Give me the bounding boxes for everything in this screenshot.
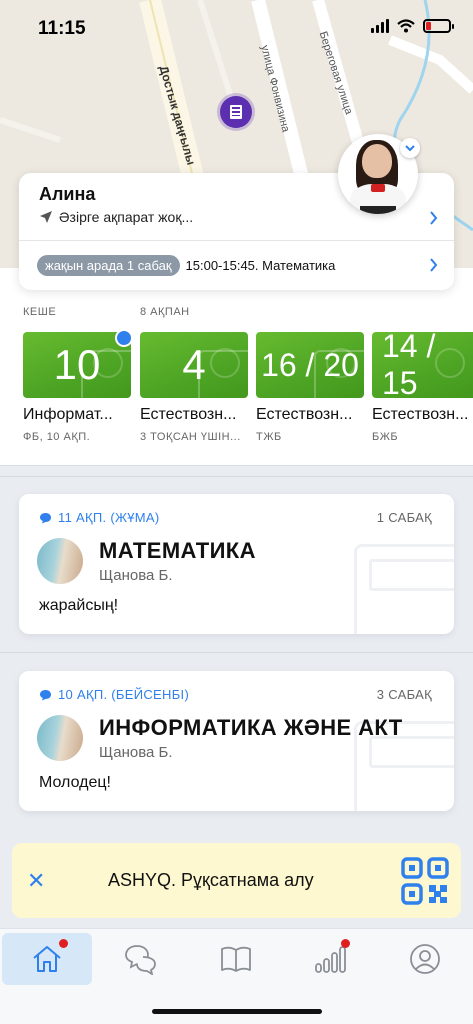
- child-name: Алина: [39, 184, 96, 204]
- teacher-avatar: [37, 538, 83, 584]
- location-row[interactable]: Әзірге ақпарат жоқ...: [39, 209, 193, 225]
- feed-message: Молодец!: [39, 774, 111, 791]
- stats-icon: [315, 946, 346, 973]
- calculator-watermark-icon: [354, 544, 454, 634]
- profile-icon: [410, 944, 440, 974]
- tab-stats[interactable]: [286, 933, 376, 985]
- book-icon: [221, 946, 251, 972]
- battery-icon: [423, 19, 454, 33]
- feed-date: 11 АҚП. (ЖҰМА): [39, 510, 160, 525]
- location-text: Әзірге ақпарат жоқ...: [59, 209, 194, 225]
- status-bar: 11:15: [0, 0, 473, 56]
- feed-card[interactable]: 11 АҚП. (ЖҰМА) 1 САБАҚ МАТЕМАТИКА Щанова…: [19, 494, 454, 634]
- upcoming-badge: жақын арада 1 сабақ: [37, 255, 180, 276]
- feed-card[interactable]: 10 АҚП. (БЕЙСЕНБІ) 3 САБАҚ ИНФОРМАТИКА Ж…: [19, 671, 454, 811]
- school-pin-icon[interactable]: [220, 96, 252, 128]
- ashyq-text: ASHYQ. Рұқсатнама алу: [108, 870, 314, 890]
- feed-divider: [0, 652, 473, 653]
- grade-subject: Естествозн...: [256, 406, 353, 423]
- feed-subject: ИНФОРМАТИКА ЖӘНЕ АКТ: [99, 715, 403, 740]
- ashyq-banner[interactable]: ✕ ASHYQ. Рұқсатнама алу: [12, 843, 461, 918]
- feed-divider: [0, 476, 473, 477]
- feed-subject: МАТЕМАТИКА: [99, 538, 256, 563]
- grade-subject: Естествозн...: [140, 406, 237, 423]
- feed-message: жарайсың!: [39, 597, 119, 614]
- grade-tile[interactable]: 4: [140, 332, 248, 398]
- grade-meta: ТЖБ: [256, 431, 282, 443]
- grade-meta: ФБ, 10 АҚП.: [23, 431, 91, 443]
- feed-teacher: Щанова Б.: [99, 567, 173, 584]
- status-time: 11:15: [38, 18, 86, 39]
- location-chevron-icon[interactable]: [429, 211, 438, 225]
- comment-icon: [40, 512, 51, 523]
- home-icon: [33, 946, 61, 972]
- recent-grades: КЕШЕ 8 АҚПАН 10 Информат... ФБ, 10 АҚП. …: [0, 268, 473, 466]
- grade-tile[interactable]: 10: [23, 332, 131, 398]
- grade-tile[interactable]: 16 / 20: [256, 332, 364, 398]
- location-arrow-icon: [40, 211, 52, 223]
- tab-diary[interactable]: [191, 933, 281, 985]
- chat-icon: [125, 945, 156, 975]
- upcoming-lesson-text: 15:00-15:45. Математика: [185, 258, 336, 273]
- feed-date: 10 АҚП. (БЕЙСЕНБІ): [39, 687, 189, 702]
- grades-header-date: 8 АҚПАН: [140, 306, 190, 318]
- home-indicator: [152, 1009, 322, 1014]
- lesson-chevron-icon[interactable]: [429, 258, 438, 272]
- close-icon[interactable]: ✕: [27, 868, 45, 894]
- teacher-avatar: [37, 715, 83, 761]
- grades-header-yesterday: КЕШЕ: [23, 306, 57, 318]
- grade-subject: Естествозн...: [372, 406, 469, 423]
- stats-badge-dot: [341, 939, 350, 948]
- switch-child-chevron-icon[interactable]: [400, 138, 420, 158]
- card-divider: [19, 240, 454, 241]
- tab-profile[interactable]: [380, 933, 470, 985]
- comment-icon: [40, 689, 51, 700]
- signal-icon: [371, 19, 389, 33]
- tab-home[interactable]: [2, 933, 92, 985]
- grade-meta: БЖБ: [372, 431, 399, 443]
- grade-meta: 3 ТОҚСАН ҮШІН...: [140, 431, 241, 443]
- feed-teacher: Щанова Б.: [99, 744, 173, 761]
- grade-tile[interactable]: 14 / 15: [372, 332, 473, 398]
- upcoming-lesson-row[interactable]: жақын арада 1 сабақ 15:00-15:45. Математ…: [37, 255, 335, 276]
- wifi-icon: [397, 19, 415, 33]
- qr-code-icon[interactable]: [401, 857, 449, 905]
- feed-lesson-number: 1 САБАҚ: [376, 510, 432, 525]
- tab-chat[interactable]: [96, 933, 186, 985]
- home-badge-dot: [59, 939, 68, 948]
- grade-subject: Информат...: [23, 406, 113, 423]
- new-grade-dot: [115, 329, 133, 347]
- feed-lesson-number: 3 САБАҚ: [376, 687, 432, 702]
